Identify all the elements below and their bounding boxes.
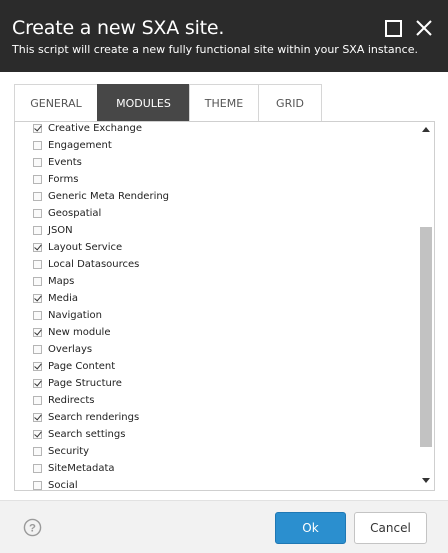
- svg-text:?: ?: [29, 523, 36, 535]
- module-item[interactable]: SiteMetadata: [33, 460, 115, 477]
- module-item[interactable]: Generic Meta Rendering: [33, 188, 169, 205]
- module-item[interactable]: Search renderings: [33, 409, 139, 426]
- tab-bar: GENERAL MODULES THEME GRID: [14, 84, 322, 122]
- module-label: Security: [48, 446, 90, 457]
- module-item[interactable]: Redirects: [33, 392, 94, 409]
- module-item[interactable]: Geospatial: [33, 205, 101, 222]
- module-checkbox[interactable]: [33, 396, 42, 405]
- module-item[interactable]: Layout Service: [33, 239, 122, 256]
- module-checkbox[interactable]: [33, 158, 42, 167]
- module-label: Page Content: [48, 361, 116, 372]
- module-label: Search settings: [48, 429, 126, 440]
- module-label: New module: [48, 327, 111, 338]
- scrollbar[interactable]: [418, 122, 434, 490]
- module-item[interactable]: Events: [33, 154, 82, 171]
- module-item[interactable]: Page Structure: [33, 375, 122, 392]
- module-item[interactable]: Maps: [33, 273, 74, 290]
- module-item[interactable]: Creative Exchange: [33, 122, 142, 137]
- module-checkbox[interactable]: [33, 430, 42, 439]
- scroll-up-arrow-icon[interactable]: [422, 127, 430, 132]
- module-checkbox[interactable]: [33, 141, 42, 150]
- close-icon[interactable]: [414, 18, 434, 38]
- module-item[interactable]: Forms: [33, 171, 78, 188]
- tab-modules[interactable]: MODULES: [97, 84, 189, 122]
- module-item[interactable]: JSON: [33, 222, 73, 239]
- module-item[interactable]: Local Datasources: [33, 256, 139, 273]
- module-label: Search renderings: [48, 412, 140, 423]
- module-checkbox[interactable]: [33, 464, 42, 473]
- dialog-title: Create a new SXA site.: [12, 17, 225, 39]
- module-label: Geospatial: [48, 208, 102, 219]
- module-item[interactable]: Security: [33, 443, 89, 460]
- module-item[interactable]: Engagement: [33, 137, 112, 154]
- module-label: Creative Exchange: [48, 123, 142, 134]
- ok-button[interactable]: Ok: [275, 512, 346, 544]
- dialog-subtitle: This script will create a new fully func…: [12, 43, 418, 56]
- module-label: SiteMetadata: [48, 463, 115, 474]
- maximize-icon[interactable]: [385, 20, 402, 37]
- module-label: Local Datasources: [48, 259, 140, 270]
- tab-grid[interactable]: GRID: [258, 84, 322, 122]
- module-label: Forms: [48, 174, 79, 185]
- module-checkbox[interactable]: [33, 209, 42, 218]
- module-label: Social: [48, 480, 78, 491]
- module-checkbox[interactable]: [33, 260, 42, 269]
- module-checkbox[interactable]: [33, 345, 42, 354]
- module-checkbox[interactable]: [33, 379, 42, 388]
- tab-general[interactable]: GENERAL: [14, 84, 97, 122]
- module-checkbox[interactable]: [33, 447, 42, 456]
- module-label: Engagement: [48, 140, 112, 151]
- module-item[interactable]: Navigation: [33, 307, 102, 324]
- module-checkbox[interactable]: [33, 413, 42, 422]
- module-checkbox[interactable]: [33, 175, 42, 184]
- module-checkbox[interactable]: [33, 243, 42, 252]
- scroll-down-arrow-icon[interactable]: [422, 478, 430, 483]
- module-item[interactable]: New module: [33, 324, 110, 341]
- module-checkbox[interactable]: [33, 481, 42, 490]
- tab-theme[interactable]: THEME: [189, 84, 258, 122]
- module-label: Overlays: [48, 344, 93, 355]
- module-label: Maps: [48, 276, 75, 287]
- module-label: Page Structure: [48, 378, 122, 389]
- module-checkbox[interactable]: [33, 311, 42, 320]
- module-label: Layout Service: [48, 242, 123, 253]
- module-item[interactable]: Social: [33, 477, 78, 491]
- module-label: Media: [48, 293, 79, 304]
- module-checkbox[interactable]: [33, 277, 42, 286]
- module-item[interactable]: Search settings: [33, 426, 125, 443]
- module-checkbox[interactable]: [33, 362, 42, 371]
- module-checkbox[interactable]: [33, 192, 42, 201]
- module-item[interactable]: Media: [33, 290, 78, 307]
- module-label: Navigation: [48, 310, 102, 321]
- module-checkbox[interactable]: [33, 124, 42, 133]
- module-item[interactable]: Page Content: [33, 358, 115, 375]
- module-label: JSON: [48, 225, 73, 236]
- module-checkbox[interactable]: [33, 294, 42, 303]
- cancel-button[interactable]: Cancel: [354, 512, 427, 544]
- help-icon[interactable]: ?: [23, 518, 42, 537]
- module-label: Events: [48, 157, 82, 168]
- module-checkbox[interactable]: [33, 226, 42, 235]
- dialog-header: Create a new SXA site. This script will …: [0, 0, 448, 72]
- scrollbar-thumb[interactable]: [420, 227, 432, 447]
- modules-panel: Creative Exchange Engagement Events Forms Ge…: [14, 121, 435, 491]
- module-label: Generic Meta Rendering: [48, 191, 170, 202]
- module-checkbox[interactable]: [33, 328, 42, 337]
- module-label: Redirects: [48, 395, 95, 406]
- module-item[interactable]: Overlays: [33, 341, 92, 358]
